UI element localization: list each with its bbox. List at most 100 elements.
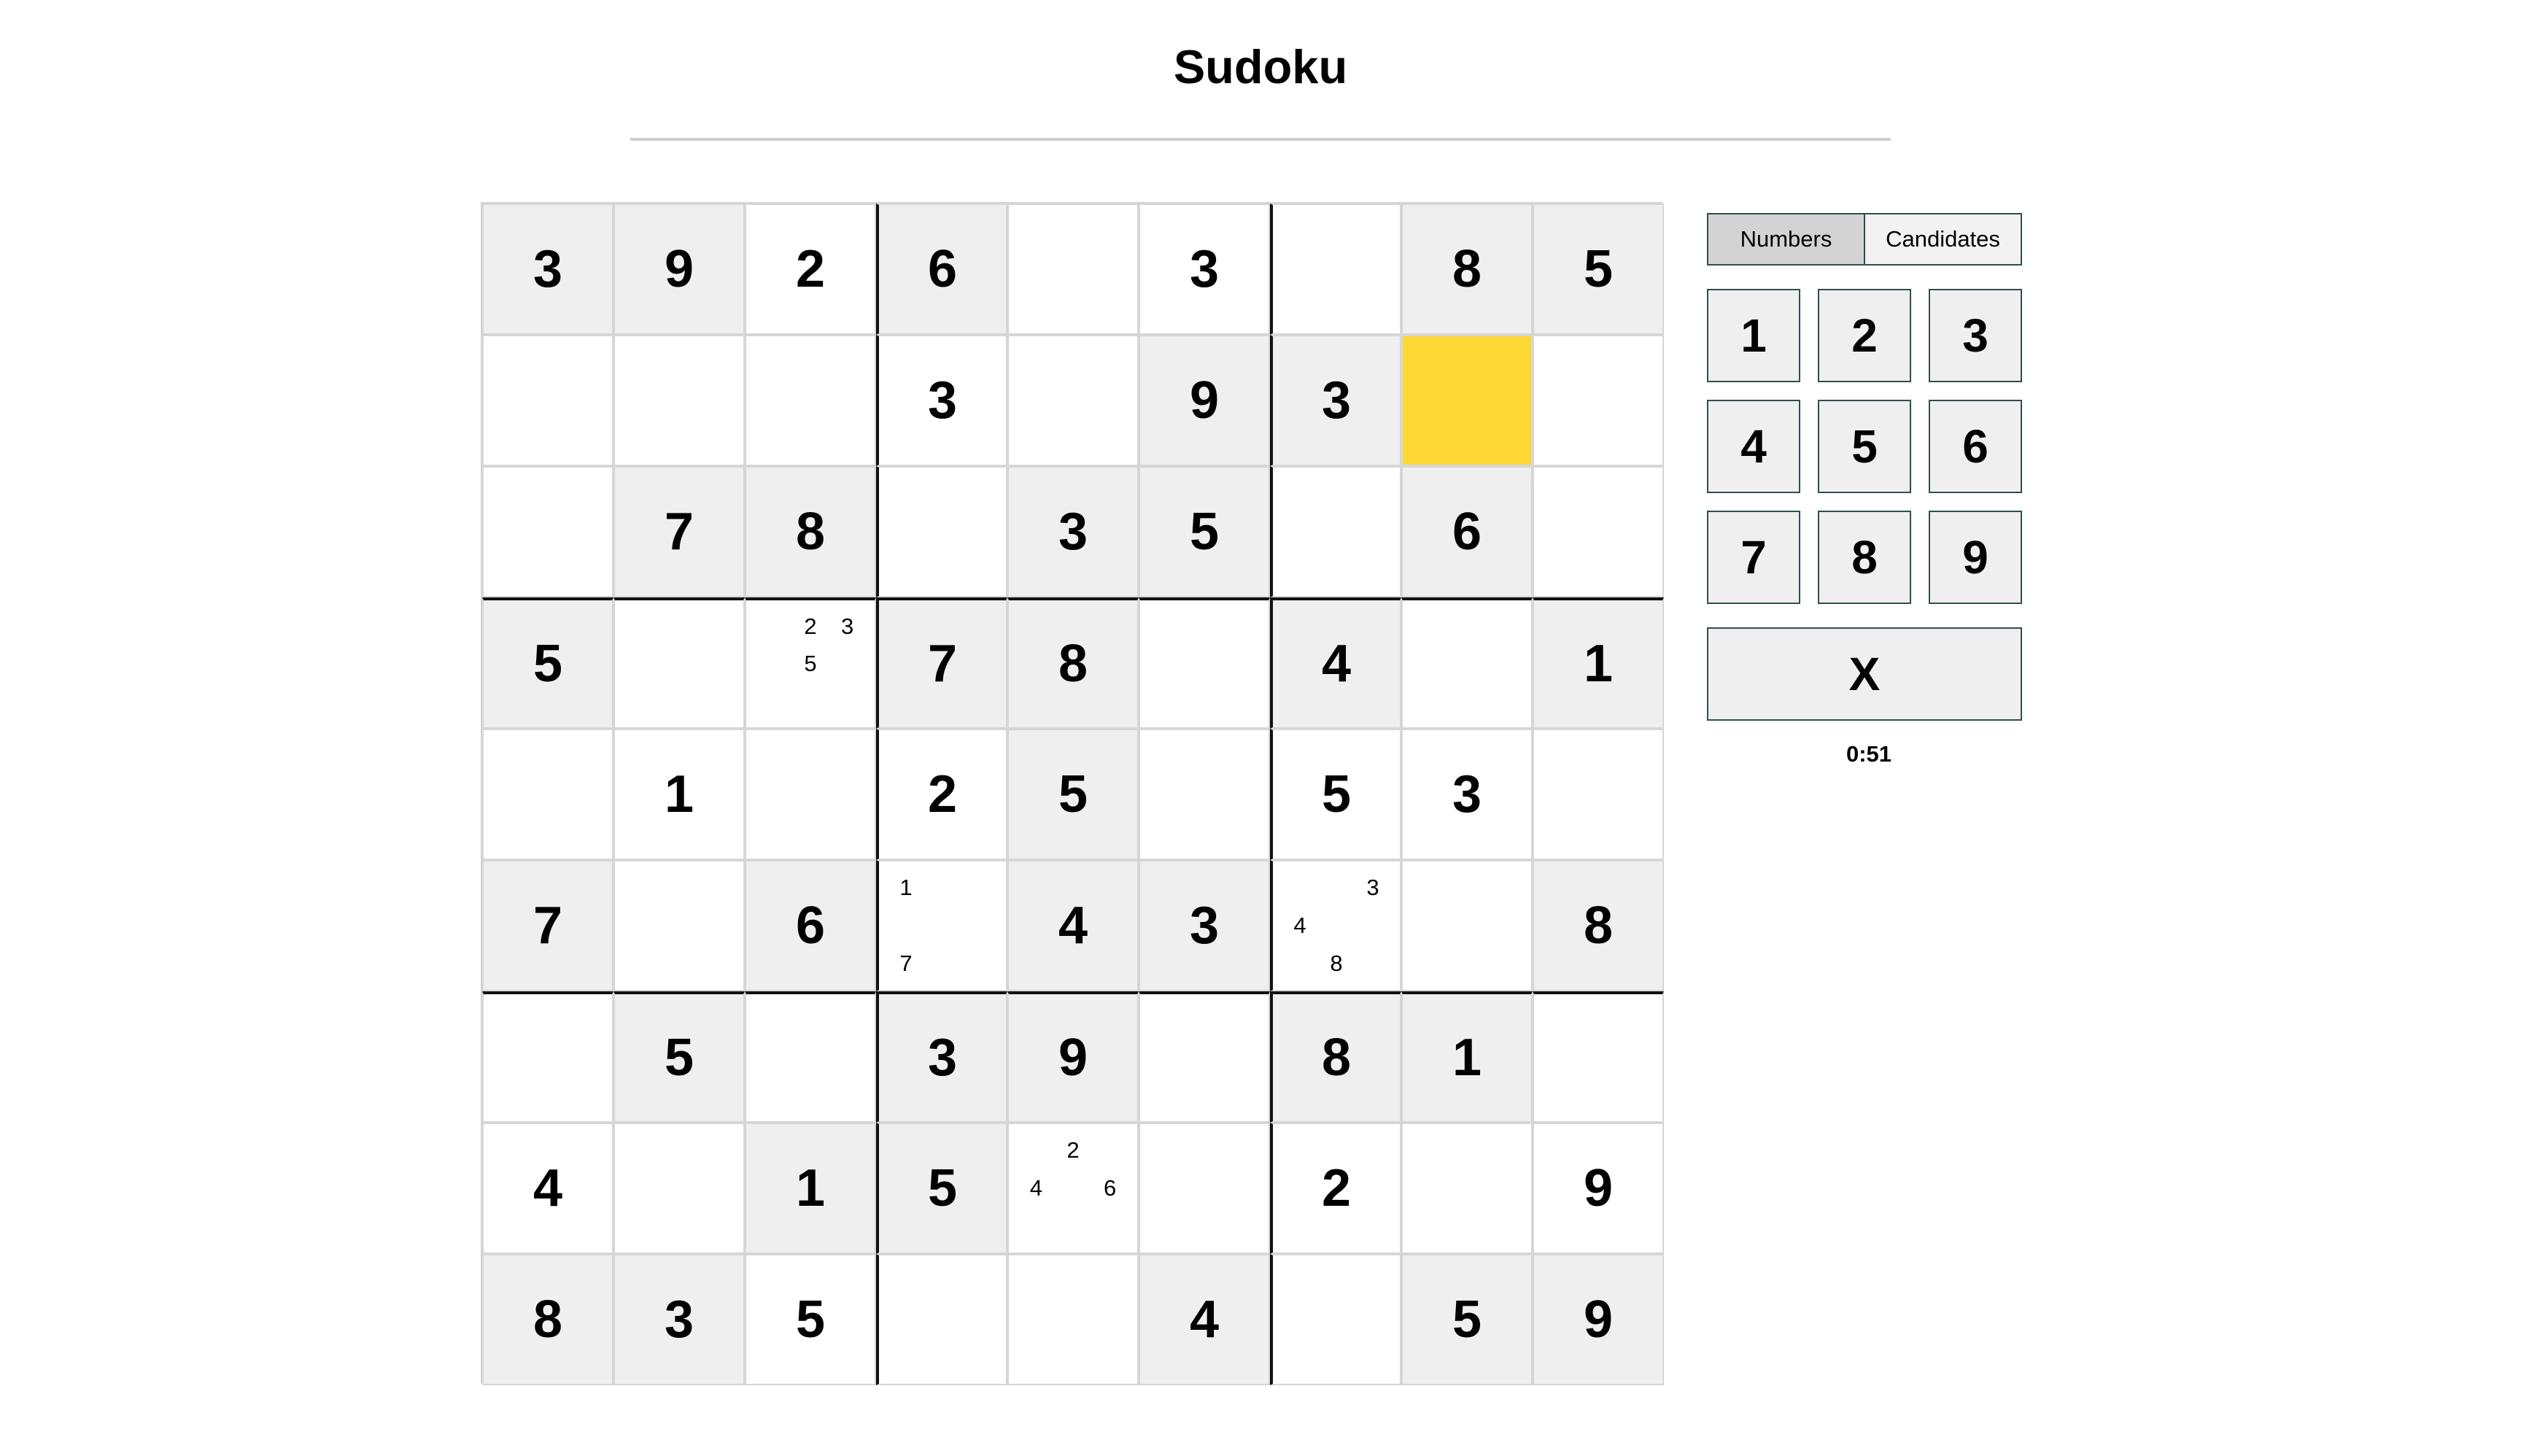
- number-button-1[interactable]: 1: [1707, 289, 1800, 382]
- sudoku-cell-r1c3[interactable]: 2: [745, 204, 876, 335]
- sudoku-cell-r6c1[interactable]: 7: [482, 860, 613, 991]
- candidate-note: [888, 907, 924, 945]
- sudoku-cell-r5c2[interactable]: 1: [613, 729, 745, 860]
- sudoku-cell-r1c8[interactable]: 8: [1401, 204, 1533, 335]
- number-button-4[interactable]: 4: [1707, 400, 1800, 493]
- sudoku-cell-r7c1[interactable]: [482, 991, 613, 1123]
- sudoku-cell-r7c2[interactable]: 5: [613, 991, 745, 1123]
- number-button-3[interactable]: 3: [1929, 289, 2022, 382]
- sudoku-cell-r2c1[interactable]: [482, 335, 613, 466]
- sudoku-cell-r7c6[interactable]: [1139, 991, 1270, 1123]
- sudoku-cell-r2c7[interactable]: 3: [1270, 335, 1401, 466]
- sudoku-cell-r3c7[interactable]: [1270, 466, 1401, 597]
- sudoku-cell-r5c1[interactable]: [482, 729, 613, 860]
- sudoku-cell-r7c3[interactable]: [745, 991, 876, 1123]
- sudoku-cell-r8c3[interactable]: 1: [745, 1123, 876, 1254]
- clear-button[interactable]: X: [1707, 627, 2022, 721]
- sudoku-cell-r9c7[interactable]: [1270, 1254, 1401, 1385]
- sudoku-cell-r6c2[interactable]: [613, 860, 745, 991]
- sudoku-cell-r1c2[interactable]: 9: [613, 204, 745, 335]
- sudoku-cell-r8c9[interactable]: 9: [1533, 1123, 1664, 1254]
- sudoku-cell-r5c5[interactable]: 5: [1007, 729, 1139, 860]
- sudoku-cell-r5c4[interactable]: 2: [876, 729, 1007, 860]
- sudoku-cell-r1c1[interactable]: 3: [482, 204, 613, 335]
- sudoku-cell-r8c2[interactable]: [613, 1123, 745, 1254]
- number-button-7[interactable]: 7: [1707, 511, 1800, 604]
- sudoku-cell-r4c8[interactable]: [1401, 597, 1533, 729]
- sudoku-cell-r2c2[interactable]: [613, 335, 745, 466]
- sudoku-cell-r3c4[interactable]: [876, 466, 1007, 597]
- sudoku-cell-r8c1[interactable]: 4: [482, 1123, 613, 1254]
- number-button-2[interactable]: 2: [1818, 289, 1911, 382]
- sudoku-cell-r3c2[interactable]: 7: [613, 466, 745, 597]
- candidate-note: [1355, 907, 1391, 945]
- sudoku-cell-r3c1[interactable]: [482, 466, 613, 597]
- sudoku-cell-r8c7[interactable]: 2: [1270, 1123, 1401, 1254]
- sudoku-cell-r1c7[interactable]: [1270, 204, 1401, 335]
- candidate-note: 4: [1029, 1175, 1042, 1201]
- sudoku-cell-r4c9[interactable]: 1: [1533, 597, 1664, 729]
- sudoku-cell-r5c7[interactable]: 5: [1270, 729, 1401, 860]
- sudoku-cell-r3c3[interactable]: 8: [745, 466, 876, 597]
- sudoku-cell-r1c4[interactable]: 6: [876, 204, 1007, 335]
- sudoku-cell-r8c5[interactable]: 24 6: [1007, 1123, 1139, 1254]
- sudoku-cell-r2c9[interactable]: [1533, 335, 1664, 466]
- sudoku-cell-r5c3[interactable]: [745, 729, 876, 860]
- sudoku-cell-r7c7[interactable]: 8: [1270, 991, 1401, 1123]
- sudoku-cell-r9c8[interactable]: 5: [1401, 1254, 1533, 1385]
- sudoku-cell-r6c5[interactable]: 4: [1007, 860, 1139, 991]
- sudoku-cell-r9c1[interactable]: 8: [482, 1254, 613, 1385]
- sudoku-cell-r4c5[interactable]: 8: [1007, 597, 1139, 729]
- sudoku-cell-r9c6[interactable]: 4: [1139, 1254, 1270, 1385]
- sudoku-cell-r2c4[interactable]: 3: [876, 335, 1007, 466]
- sudoku-cell-r4c6[interactable]: [1139, 597, 1270, 729]
- number-button-6[interactable]: 6: [1929, 400, 2022, 493]
- sudoku-cell-r2c3[interactable]: [745, 335, 876, 466]
- sudoku-cell-r7c8[interactable]: 1: [1401, 991, 1533, 1123]
- candidate-note: [1018, 1207, 1055, 1245]
- sudoku-cell-r7c5[interactable]: 9: [1007, 991, 1139, 1123]
- sudoku-cell-r5c6[interactable]: [1139, 729, 1270, 860]
- sudoku-cell-r5c9[interactable]: [1533, 729, 1664, 860]
- sudoku-cell-r1c5[interactable]: [1007, 204, 1139, 335]
- sudoku-cell-r3c6[interactable]: 5: [1139, 466, 1270, 597]
- sudoku-cell-r7c9[interactable]: [1533, 991, 1664, 1123]
- sudoku-cell-r5c8[interactable]: 3: [1401, 729, 1533, 860]
- number-button-9[interactable]: 9: [1929, 511, 2022, 604]
- sudoku-cell-r4c7[interactable]: 4: [1270, 597, 1401, 729]
- sudoku-cell-r2c5[interactable]: [1007, 335, 1139, 466]
- sudoku-cell-r6c6[interactable]: 3: [1139, 860, 1270, 991]
- sudoku-cell-r9c3[interactable]: 5: [745, 1254, 876, 1385]
- number-button-5[interactable]: 5: [1818, 400, 1911, 493]
- sudoku-cell-r1c6[interactable]: 3: [1139, 204, 1270, 335]
- sudoku-cell-r6c3[interactable]: 6: [745, 860, 876, 991]
- sudoku-cell-r8c6[interactable]: [1139, 1123, 1270, 1254]
- sudoku-cell-r4c1[interactable]: 5: [482, 597, 613, 729]
- sudoku-cell-r4c4[interactable]: 7: [876, 597, 1007, 729]
- game-timer: 0:51: [1846, 741, 1892, 767]
- sudoku-cell-r9c4[interactable]: [876, 1254, 1007, 1385]
- numbers-mode-button[interactable]: Numbers: [1707, 213, 1865, 266]
- sudoku-cell-r8c8[interactable]: [1401, 1123, 1533, 1254]
- sudoku-cell-r3c8[interactable]: 6: [1401, 466, 1533, 597]
- sudoku-cell-r4c3[interactable]: 235: [745, 597, 876, 729]
- sudoku-cell-r3c9[interactable]: [1533, 466, 1664, 597]
- sudoku-cell-r6c7[interactable]: 3 48: [1270, 860, 1401, 991]
- sudoku-cell-r6c8[interactable]: [1401, 860, 1533, 991]
- sudoku-cell-r1c9[interactable]: 5: [1533, 204, 1664, 335]
- candidates-mode-button[interactable]: Candidates: [1865, 213, 2022, 266]
- sudoku-cell-r2c8-selected[interactable]: [1401, 335, 1533, 466]
- candidate-note: 8: [1330, 950, 1343, 976]
- number-button-8[interactable]: 8: [1818, 511, 1911, 604]
- sudoku-cell-r9c5[interactable]: [1007, 1254, 1139, 1385]
- sudoku-cell-r7c4[interactable]: 3: [876, 991, 1007, 1123]
- sudoku-cell-r3c5[interactable]: 3: [1007, 466, 1139, 597]
- sudoku-cell-r8c4[interactable]: 5: [876, 1123, 1007, 1254]
- sudoku-cell-r9c2[interactable]: 3: [613, 1254, 745, 1385]
- sudoku-cell-r6c4[interactable]: 17: [876, 860, 1007, 991]
- sudoku-cell-r4c2[interactable]: [613, 597, 745, 729]
- candidate-note: 2: [1066, 1137, 1080, 1163]
- sudoku-cell-r2c6[interactable]: 9: [1139, 335, 1270, 466]
- sudoku-cell-r6c9[interactable]: 8: [1533, 860, 1664, 991]
- sudoku-cell-r9c9[interactable]: 9: [1533, 1254, 1664, 1385]
